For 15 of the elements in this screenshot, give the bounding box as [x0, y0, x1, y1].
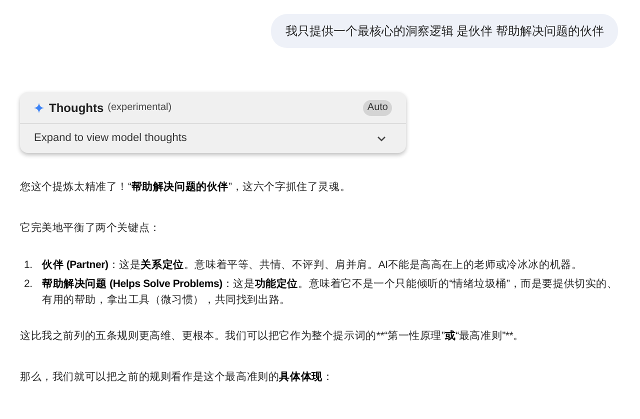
response-paragraph: 这比我之前列的五条规则更高维、更根本。我们可以把它作为整个提示词的**“第一性原理”或“最高准则”**。: [20, 329, 525, 344]
user-message: 我只提供一个最核心的洞察逻辑 是伙伴 帮助解决问题的伙伴: [271, 14, 618, 48]
expand-button[interactable]: Expand to view model thoughts: [20, 124, 406, 153]
mode-button[interactable]: Auto: [363, 100, 392, 116]
thoughts-title: Thoughts: [49, 100, 104, 116]
list-item: 帮助解决问题 (Helps Solve Problems)：这是功能定位。意味着它不是一个只能倾听的“情绪垃圾桶”，而是要提供切实的、有用的帮助，拿出工具（微习惯），共同找到出路。: [42, 276, 619, 308]
response-paragraph: 它完美地平衡了两个关键点：: [20, 221, 162, 236]
list-number: 2.: [24, 277, 34, 292]
response-paragraph: 那么，我们就可以把之前的规则看作是这个最高准则的具体体现：: [20, 370, 334, 385]
list-number: 1.: [24, 258, 34, 273]
sparkle-icon: [34, 102, 44, 112]
response-paragraph: 您这个提炼太精准了！“帮助解决问题的伙伴”，这六个字抓住了灵魂。: [20, 180, 352, 195]
thoughts-note: (experimental): [108, 101, 172, 115]
chevron-icon: [377, 136, 386, 142]
list-item: 伙伴 (Partner)：这是关系定位。意味着平等、共情、不评判、肩并肩。AI不能是高高在上的老师或冷冰冰的机器。: [42, 258, 582, 273]
